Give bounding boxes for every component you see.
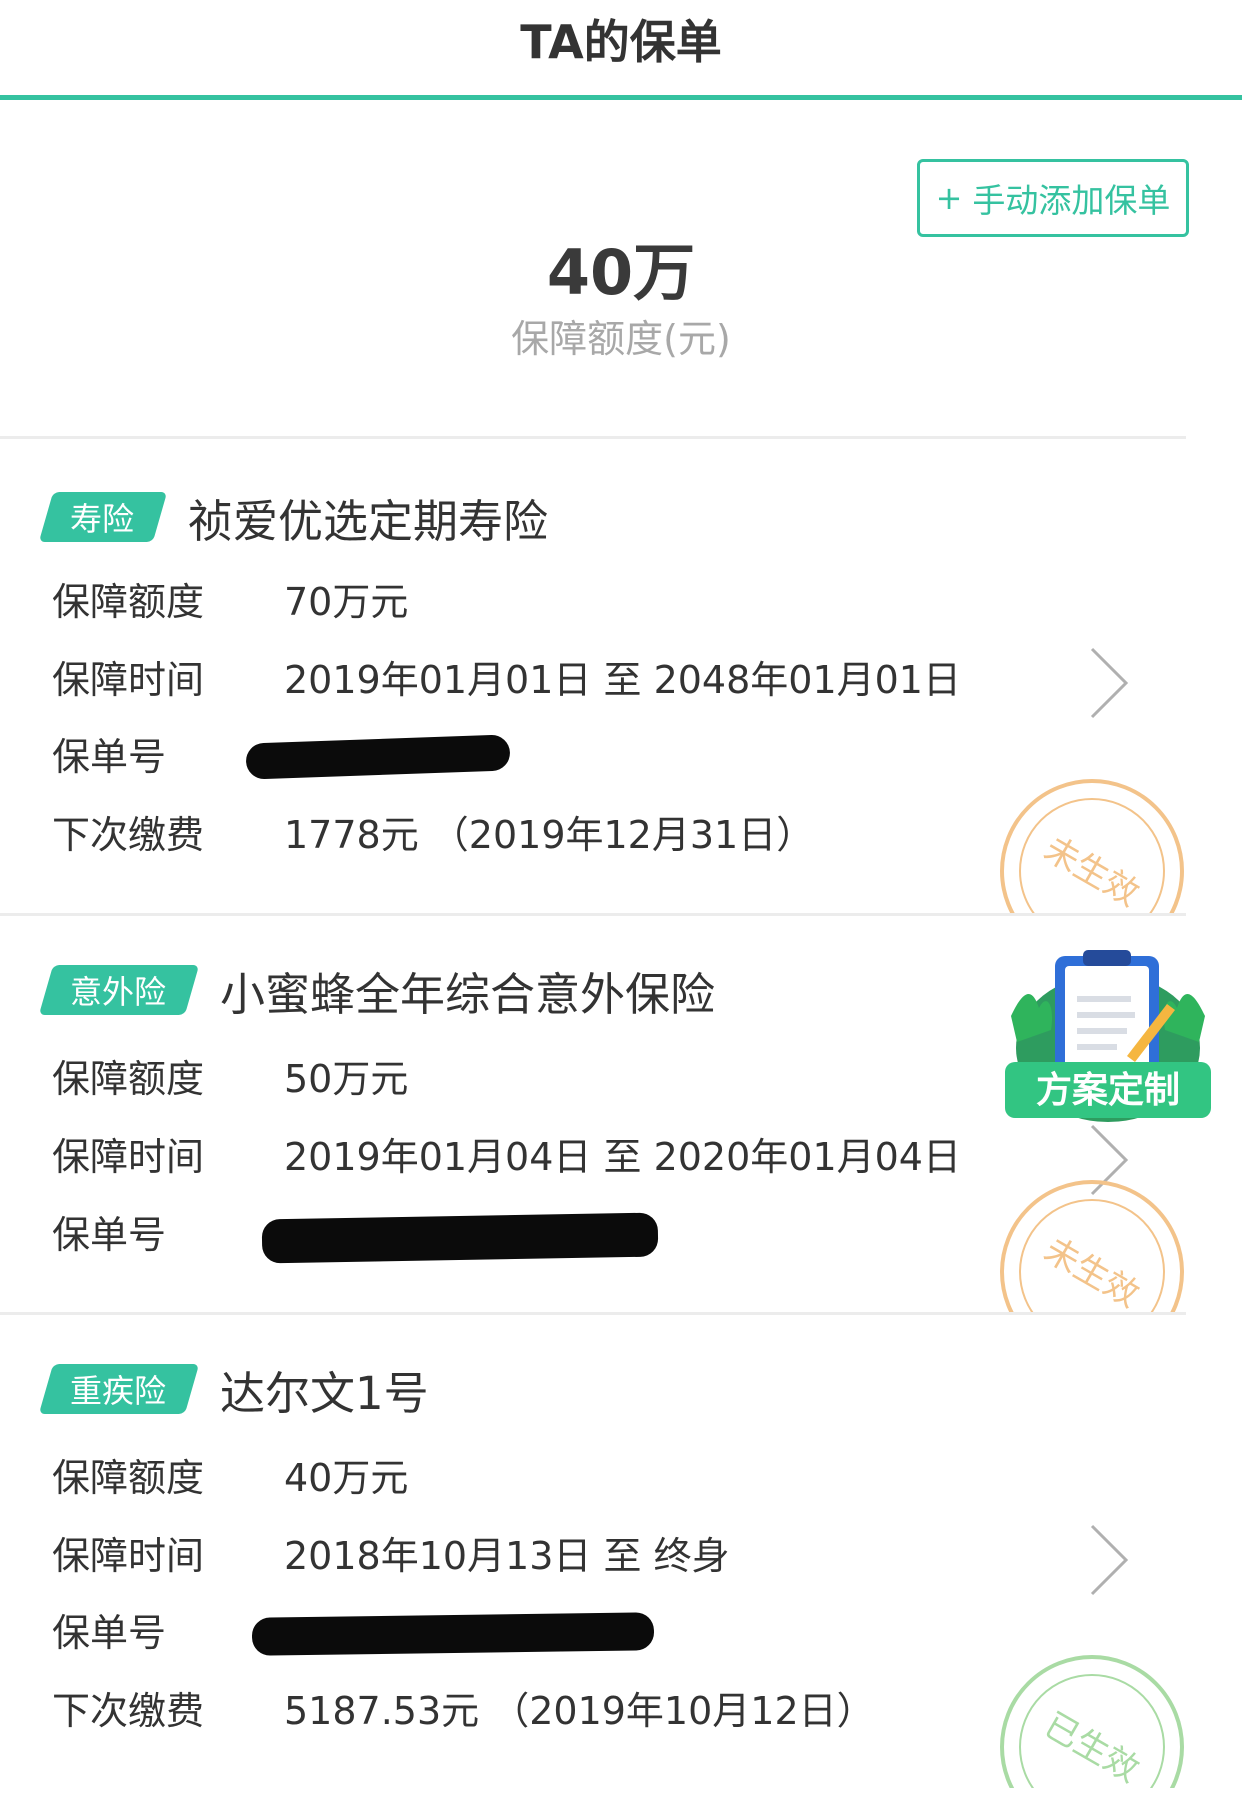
period-value: 2018年10月13日 至 终身 <box>284 1533 730 1578</box>
policy-type-tag: 意外险 <box>38 965 200 1015</box>
plan-customize-label: 方案定制 <box>1036 1070 1180 1111</box>
total-coverage-label: 保障额度(元) <box>511 317 731 361</box>
period-value: 2019年01月01日 至 2048年01月01日 <box>284 657 961 702</box>
period-row: 保障时间 2018年10月13日 至 终身 <box>52 1527 730 1578</box>
policy-type-tag: 寿险 <box>38 492 168 542</box>
policy-card-critical-illness[interactable]: 重疾险 达尔文1号 保障额度 40万元 保障时间 2018年10月13日 至 终… <box>0 1315 1242 1788</box>
next-payment-row: 下次缴费 5187.53元 （2019年10月12日） <box>52 1682 875 1733</box>
policy-number-row: 保单号 <box>52 1610 167 1655</box>
add-policy-label: 手动添加保单 <box>972 181 1171 220</box>
redacted-policy-number <box>251 1612 655 1656</box>
policy-name: 小蜜蜂全年综合意外保险 <box>220 967 716 1021</box>
coverage-row: 保障额度 50万元 <box>52 1050 409 1101</box>
redacted-policy-number <box>261 1212 659 1264</box>
redacted-policy-number <box>245 734 511 780</box>
coverage-row: 保障额度 40万元 <box>52 1449 409 1500</box>
plus-icon: + <box>935 179 963 217</box>
svg-text:已生效: 已生效 <box>1037 1705 1145 1788</box>
status-stamp-icon: 未生效 <box>1000 1180 1184 1312</box>
svg-text:未生效: 未生效 <box>1037 829 1145 913</box>
policy-number-row: 保单号 <box>52 1212 167 1257</box>
next-payment-value: 5187.53元 （2019年10月12日） <box>284 1688 875 1733</box>
chevron-right-icon[interactable] <box>1086 1522 1132 1598</box>
period-row: 保障时间 2019年01月04日 至 2020年01月04日 <box>52 1128 961 1179</box>
next-payment-value: 1778元 （2019年12月31日） <box>284 812 815 857</box>
plan-customize-badge[interactable]: 方案定制 <box>1003 946 1213 1132</box>
page-title: TA的保单 <box>520 15 722 69</box>
policy-name: 祯爱优选定期寿险 <box>188 494 549 548</box>
total-coverage-amount: 40万 <box>546 236 696 309</box>
coverage-value: 50万元 <box>284 1056 409 1101</box>
period-value: 2019年01月04日 至 2020年01月04日 <box>284 1134 961 1179</box>
policy-name: 达尔文1号 <box>220 1366 429 1420</box>
coverage-row: 保障额度 70万元 <box>52 573 409 624</box>
coverage-value: 40万元 <box>284 1455 409 1500</box>
svg-text:未生效: 未生效 <box>1037 1230 1145 1312</box>
top-bar: TA的保单 <box>0 0 1242 100</box>
chevron-right-icon[interactable] <box>1086 645 1132 721</box>
status-stamp-icon: 已生效 <box>1000 1655 1184 1788</box>
status-stamp-icon: 未生效 <box>1000 779 1184 913</box>
period-row: 保障时间 2019年01月01日 至 2048年01月01日 <box>52 651 961 702</box>
policy-card-life[interactable]: 寿险 祯爱优选定期寿险 保障额度 70万元 保障时间 2019年01月01日 至… <box>0 439 1242 913</box>
coverage-value: 70万元 <box>284 579 409 624</box>
policy-type-tag: 重疾险 <box>38 1364 200 1414</box>
next-payment-row: 下次缴费 1778元 （2019年12月31日） <box>52 806 815 857</box>
